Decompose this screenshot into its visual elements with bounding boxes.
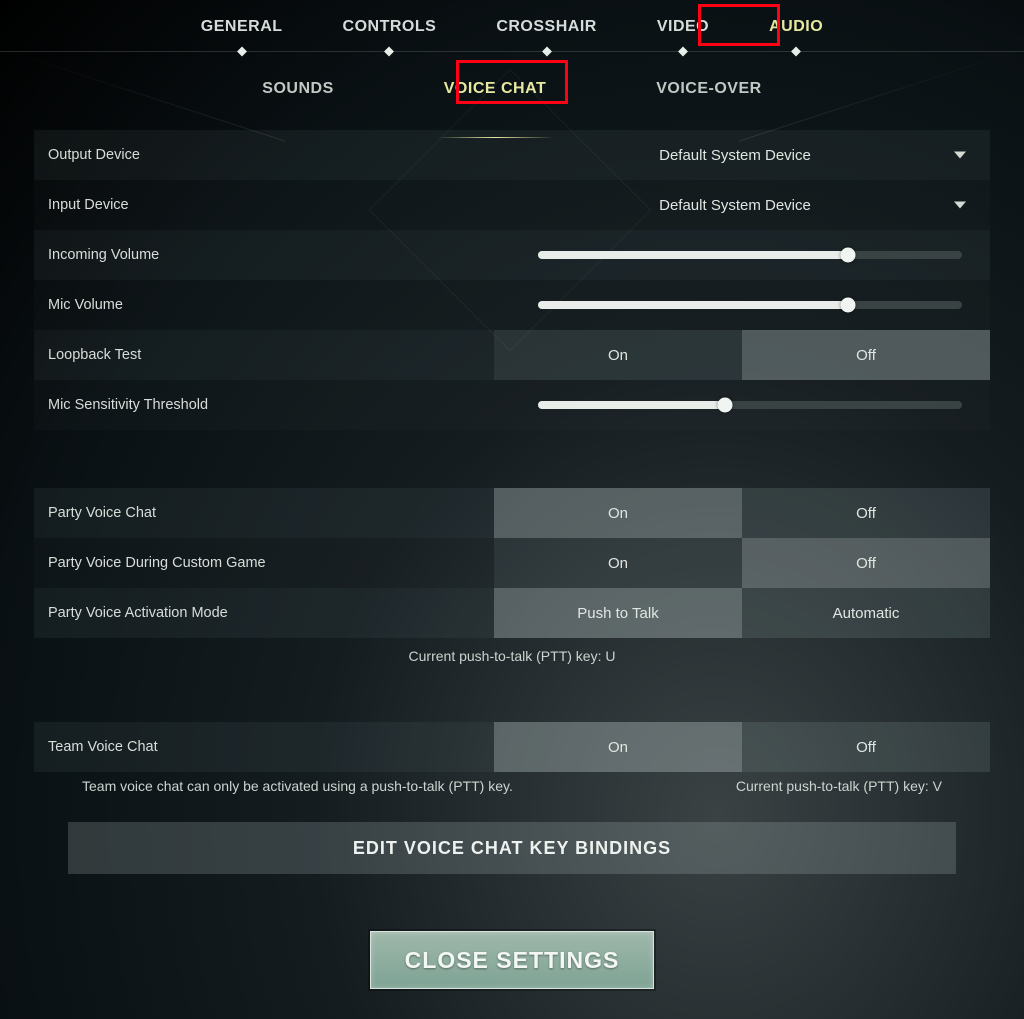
party-activation-ptt-option[interactable]: Push to Talk bbox=[494, 588, 742, 638]
party-voice-on-option[interactable]: On bbox=[494, 488, 742, 538]
tab-crosshair[interactable]: CROSSHAIR bbox=[496, 18, 597, 51]
subtab-voice-chat[interactable]: VOICE CHAT bbox=[444, 80, 546, 130]
row-label: Mic Sensitivity Threshold bbox=[34, 397, 494, 413]
settings-panel: Output Device Default System Device Inpu… bbox=[34, 130, 990, 874]
section-gap bbox=[34, 664, 990, 722]
mic-volume-slider[interactable] bbox=[538, 301, 962, 309]
edit-keybindings-button[interactable]: EDIT VOICE CHAT KEY BINDINGS bbox=[68, 822, 956, 874]
subtab-voice-over[interactable]: VOICE-OVER bbox=[656, 80, 761, 130]
row-incoming-volume: Incoming Volume bbox=[34, 230, 990, 280]
party-activation-toggle: Push to Talk Automatic bbox=[494, 588, 990, 638]
chevron-down-icon bbox=[954, 152, 966, 159]
row-label: Party Voice During Custom Game bbox=[34, 555, 494, 571]
slider-fill bbox=[538, 251, 848, 259]
party-voice-custom-off-option[interactable]: Off bbox=[742, 538, 990, 588]
tab-audio[interactable]: AUDIO bbox=[769, 18, 823, 51]
party-voice-custom-toggle: On Off bbox=[494, 538, 990, 588]
party-ptt-note: Current push-to-talk (PTT) key: U bbox=[34, 638, 990, 664]
output-device-dropdown[interactable]: Default System Device bbox=[494, 130, 976, 180]
input-device-dropdown[interactable]: Default System Device bbox=[494, 180, 976, 230]
tab-controls[interactable]: CONTROLS bbox=[343, 18, 437, 51]
row-label: Input Device bbox=[34, 197, 494, 213]
loopback-toggle: On Off bbox=[494, 330, 990, 380]
row-mic-sensitivity: Mic Sensitivity Threshold bbox=[34, 380, 990, 430]
row-party-voice: Party Voice Chat On Off bbox=[34, 488, 990, 538]
row-label: Mic Volume bbox=[34, 297, 494, 313]
team-voice-notes: Team voice chat can only be activated us… bbox=[34, 772, 990, 794]
slider-thumb-icon bbox=[840, 248, 855, 263]
dropdown-value: Default System Device bbox=[659, 147, 811, 164]
main-tab-bar: GENERAL CONTROLS CROSSHAIR VIDEO AUDIO bbox=[0, 0, 1024, 52]
row-label: Output Device bbox=[34, 147, 494, 163]
row-label: Party Voice Chat bbox=[34, 505, 494, 521]
tab-label: AUDIO bbox=[769, 18, 823, 35]
close-settings-button[interactable]: CLOSE SETTINGS bbox=[370, 931, 654, 989]
row-label: Incoming Volume bbox=[34, 247, 494, 263]
tab-label: CROSSHAIR bbox=[496, 18, 597, 35]
incoming-volume-slider[interactable] bbox=[538, 251, 962, 259]
loopback-on-option[interactable]: On bbox=[494, 330, 742, 380]
slider-thumb-icon bbox=[717, 398, 732, 413]
row-party-activation: Party Voice Activation Mode Push to Talk… bbox=[34, 588, 990, 638]
tab-general[interactable]: GENERAL bbox=[201, 18, 283, 51]
row-team-voice: Team Voice Chat On Off bbox=[34, 722, 990, 772]
sub-tab-bar: SOUNDS VOICE CHAT VOICE-OVER bbox=[0, 52, 1024, 130]
party-voice-off-option[interactable]: Off bbox=[742, 488, 990, 538]
team-voice-on-option[interactable]: On bbox=[494, 722, 742, 772]
chevron-down-icon bbox=[954, 202, 966, 209]
subtab-sounds[interactable]: SOUNDS bbox=[262, 80, 333, 130]
team-voice-off-option[interactable]: Off bbox=[742, 722, 990, 772]
tab-label: CONTROLS bbox=[343, 18, 437, 35]
tab-label: GENERAL bbox=[201, 18, 283, 35]
team-note-right: Current push-to-talk (PTT) key: V bbox=[736, 778, 942, 794]
row-input-device: Input Device Default System Device bbox=[34, 180, 990, 230]
section-gap bbox=[34, 430, 990, 488]
dropdown-value: Default System Device bbox=[659, 197, 811, 214]
row-label: Loopback Test bbox=[34, 347, 494, 363]
party-voice-toggle: On Off bbox=[494, 488, 990, 538]
row-party-voice-custom: Party Voice During Custom Game On Off bbox=[34, 538, 990, 588]
row-output-device: Output Device Default System Device bbox=[34, 130, 990, 180]
row-mic-volume: Mic Volume bbox=[34, 280, 990, 330]
tab-label: VIDEO bbox=[657, 18, 709, 35]
row-loopback-test: Loopback Test On Off bbox=[34, 330, 990, 380]
party-activation-auto-option[interactable]: Automatic bbox=[742, 588, 990, 638]
slider-thumb-icon bbox=[840, 298, 855, 313]
loopback-off-option[interactable]: Off bbox=[742, 330, 990, 380]
tab-video[interactable]: VIDEO bbox=[657, 18, 709, 51]
mic-sensitivity-slider[interactable] bbox=[538, 401, 962, 409]
row-label: Team Voice Chat bbox=[34, 739, 494, 755]
team-voice-toggle: On Off bbox=[494, 722, 990, 772]
slider-fill bbox=[538, 301, 848, 309]
slider-fill bbox=[538, 401, 725, 409]
row-label: Party Voice Activation Mode bbox=[34, 605, 494, 621]
team-note-left: Team voice chat can only be activated us… bbox=[82, 778, 513, 794]
party-voice-custom-on-option[interactable]: On bbox=[494, 538, 742, 588]
